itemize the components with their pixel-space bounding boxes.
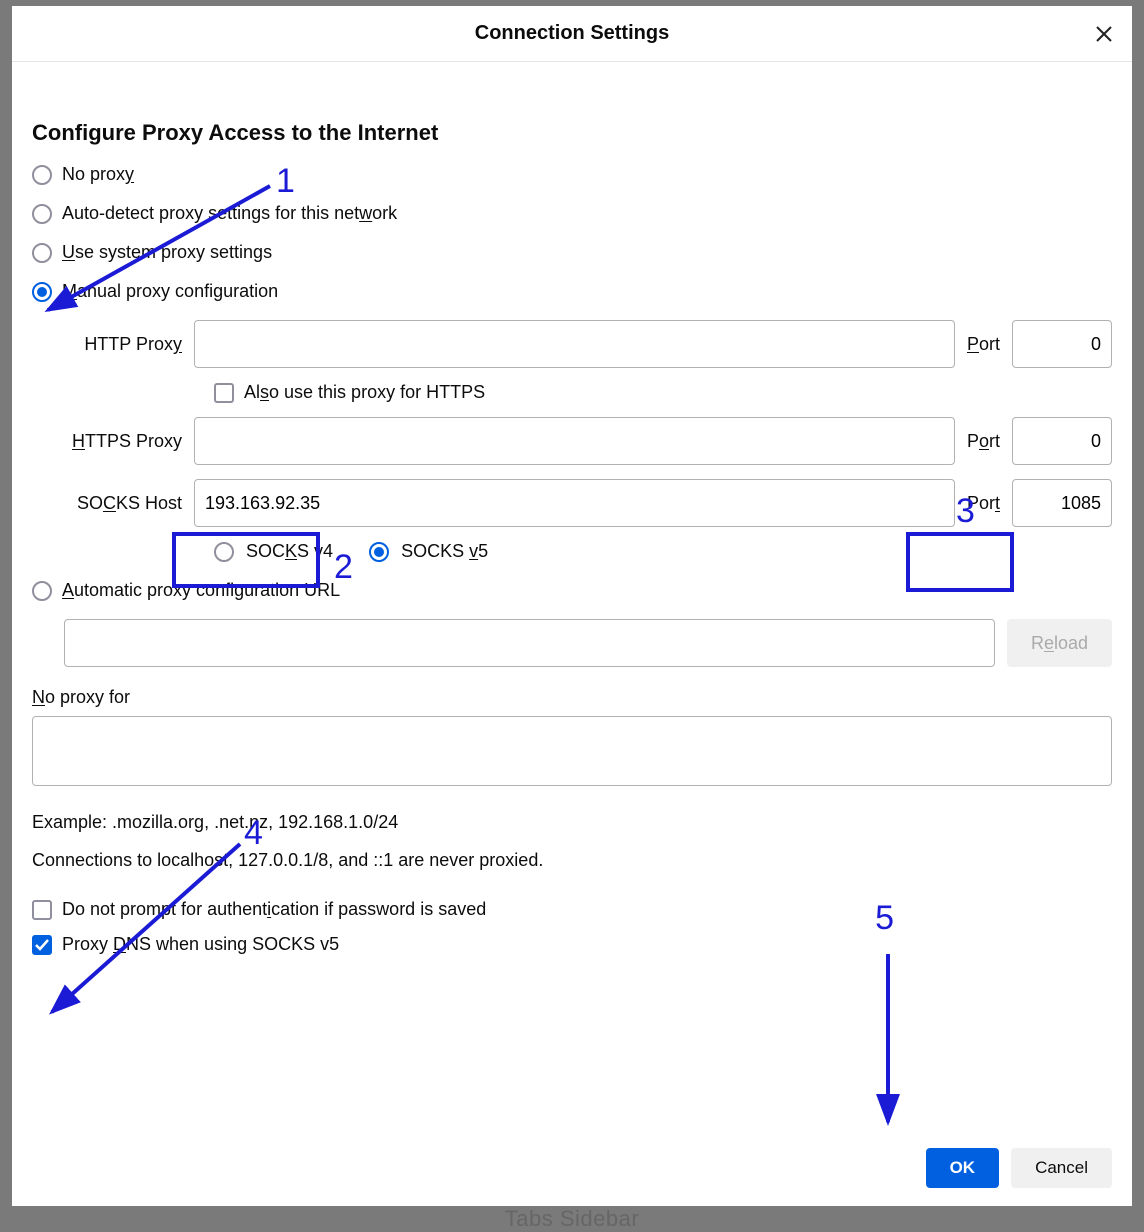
socks-port-input[interactable]: [1012, 479, 1112, 527]
auto-config-url-row: Reload: [64, 619, 1112, 667]
close-button[interactable]: [1090, 20, 1118, 48]
socks-version-row: SOCKS v4 SOCKS v5: [214, 541, 1112, 562]
https-proxy-label: HTTPS Proxy: [64, 431, 182, 452]
radio-auto-detect[interactable]: Auto-detect proxy settings for this netw…: [32, 203, 1112, 224]
example-hint: Example: .mozilla.org, .net.nz, 192.168.…: [32, 805, 1112, 839]
socks-host-row: SOCKS Host Port: [64, 479, 1112, 527]
checkbox-icon: [32, 900, 52, 920]
no-proxy-for-textarea[interactable]: [32, 716, 1112, 786]
cancel-button[interactable]: Cancel: [1011, 1148, 1112, 1188]
dialog-titlebar: Connection Settings: [12, 6, 1132, 62]
https-port-label: Port: [967, 431, 1000, 452]
also-https-row[interactable]: Also use this proxy for HTTPS: [214, 382, 1112, 403]
http-proxy-input[interactable]: [194, 320, 955, 368]
checkbox-icon: [214, 383, 234, 403]
ok-button[interactable]: OK: [926, 1148, 1000, 1188]
radio-no-proxy[interactable]: No proxy: [32, 164, 1112, 185]
radio-label: No proxy: [62, 164, 134, 185]
http-proxy-row: HTTP Proxy Port: [64, 320, 1112, 368]
dialog-title: Connection Settings: [475, 22, 669, 45]
auto-config-url-input[interactable]: [64, 619, 995, 667]
https-port-input[interactable]: [1012, 417, 1112, 465]
https-proxy-row: HTTPS Proxy Port: [64, 417, 1112, 465]
no-auth-prompt-row[interactable]: Do not prompt for authentication if pass…: [32, 899, 1112, 920]
http-proxy-label: HTTP Proxy: [64, 334, 182, 355]
radio-label: Use system proxy settings: [62, 242, 272, 263]
radio-icon[interactable]: [214, 542, 234, 562]
checkbox-icon: [32, 935, 52, 955]
socks-host-input[interactable]: [194, 479, 955, 527]
checkbox-label: Also use this proxy for HTTPS: [244, 382, 485, 403]
manual-proxy-block: HTTP Proxy Port Also use this proxy for …: [64, 320, 1112, 562]
socks-port-label: Port: [967, 493, 1000, 514]
socks-v5-label[interactable]: SOCKS v5: [401, 541, 488, 562]
radio-icon: [32, 282, 52, 302]
radio-icon[interactable]: [369, 542, 389, 562]
radio-icon: [32, 581, 52, 601]
http-port-label: Port: [967, 334, 1000, 355]
radio-label: Automatic proxy configuration URL: [62, 580, 340, 601]
no-proxy-for-label: No proxy for: [32, 687, 1112, 708]
socks-v4-label[interactable]: SOCKS v4: [246, 541, 333, 562]
radio-manual-proxy[interactable]: Manual proxy configuration: [32, 281, 1112, 302]
reload-button[interactable]: Reload: [1007, 619, 1112, 667]
radio-auto-config-url[interactable]: Automatic proxy configuration URL: [32, 580, 1112, 601]
background-partial-text: Tabs Sidebar: [0, 1206, 1144, 1232]
checkbox-label: Proxy DNS when using SOCKS v5: [62, 934, 339, 955]
never-proxied-hint: Connections to localhost, 127.0.0.1/8, a…: [32, 843, 1112, 877]
radio-system-proxy[interactable]: Use system proxy settings: [32, 242, 1112, 263]
radio-icon: [32, 204, 52, 224]
radio-label: Auto-detect proxy settings for this netw…: [62, 203, 397, 224]
http-port-input[interactable]: [1012, 320, 1112, 368]
dialog-content: Configure Proxy Access to the Internet N…: [12, 62, 1132, 1134]
dialog-footer: OK Cancel: [12, 1134, 1132, 1206]
radio-icon: [32, 243, 52, 263]
socks-host-label: SOCKS Host: [64, 493, 182, 514]
checkbox-label: Do not prompt for authentication if pass…: [62, 899, 486, 920]
radio-icon: [32, 165, 52, 185]
https-proxy-input[interactable]: [194, 417, 955, 465]
proxy-dns-socks5-row[interactable]: Proxy DNS when using SOCKS v5: [32, 934, 1112, 955]
close-icon: [1095, 25, 1113, 43]
section-heading: Configure Proxy Access to the Internet: [32, 120, 1112, 146]
radio-label: Manual proxy configuration: [62, 281, 278, 302]
connection-settings-dialog: Connection Settings Configure Proxy Acce…: [12, 6, 1132, 1206]
